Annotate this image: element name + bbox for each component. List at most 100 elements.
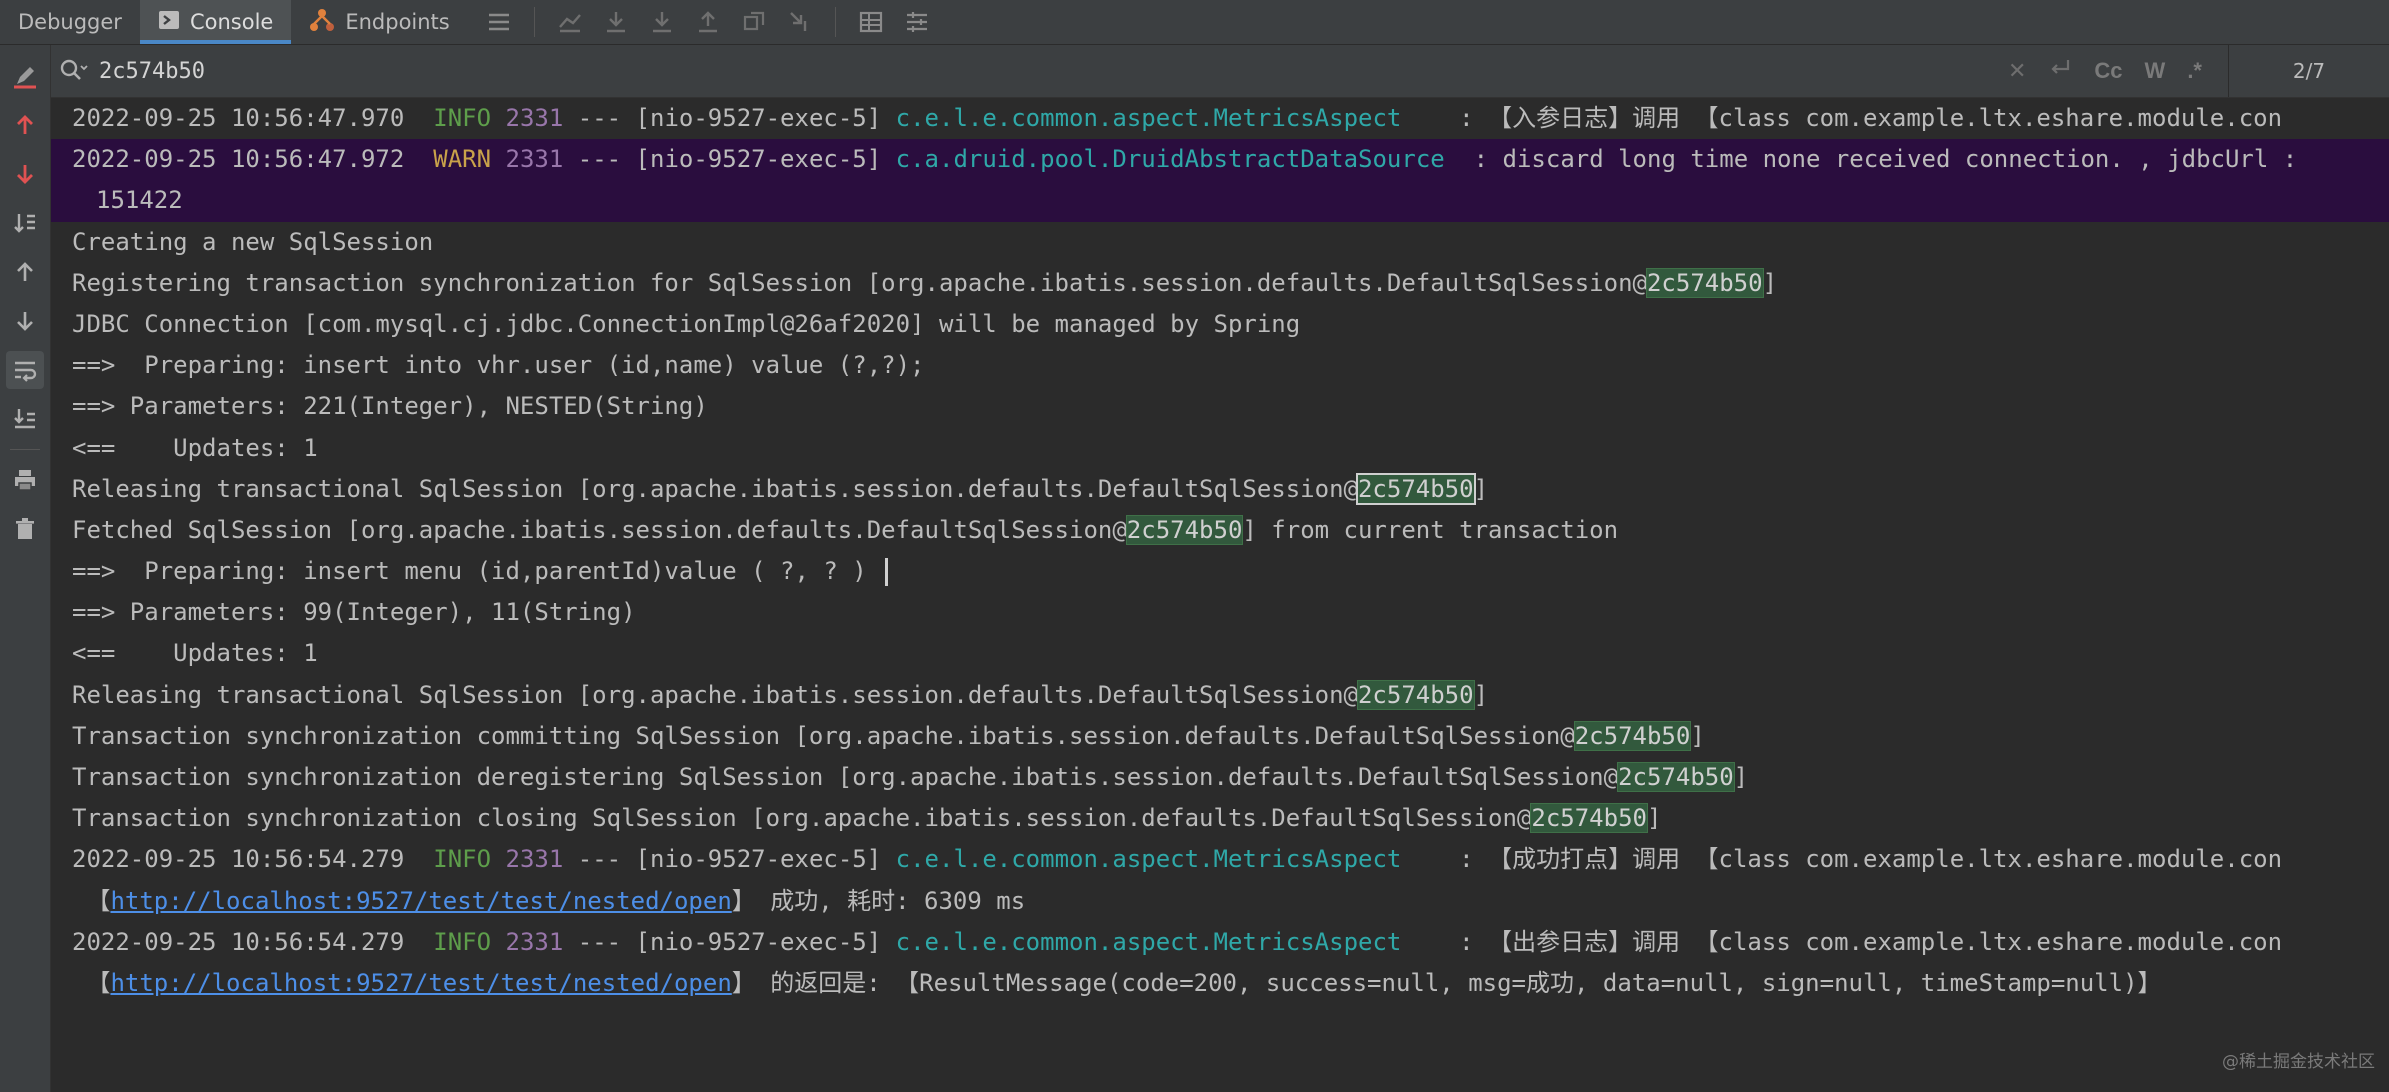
step-into-icon[interactable] [647,7,677,37]
log-line: 2022-09-25 10:56:54.279 INFO 2331 --- [n… [51,839,2389,880]
tab-console[interactable]: Console [139,0,292,44]
log-pid: 2331 [505,845,564,874]
evaluate-expression-icon[interactable] [856,7,886,37]
log-message: ] [1646,804,1662,833]
trace-settings-icon[interactable] [902,7,932,37]
log-message: ==> Parameters: 99(Integer), 11(String) [72,598,636,627]
sort-icon[interactable] [6,204,44,242]
log-line: Transaction synchronization closing SqlS… [51,798,2389,839]
log-logger[interactable]: c.e.l.e.common.aspect.MetricsAspect [896,845,1402,873]
scroll-to-end-icon[interactable] [6,400,44,438]
match-case-toggle[interactable]: Cc [2094,58,2122,84]
log-message: ] [1473,680,1489,709]
log-message: : discard long time none received connec… [1444,145,2298,174]
search-match: 2c574b50 [1573,720,1692,751]
tab-debugger[interactable]: Debugger [0,0,140,44]
run-to-cursor-icon[interactable] [785,7,815,37]
log-message: Transaction synchronization committing S… [72,721,1575,750]
soft-wrap-icon[interactable] [6,351,44,389]
menu-icon[interactable] [484,7,514,37]
log-message: ==> Preparing: insert menu (id,parentId)… [72,557,882,586]
log-level: INFO [433,104,492,132]
whole-words-toggle[interactable]: W [2145,58,2166,84]
log-line: <== Updates: 1 [51,428,2389,469]
log-timestamp: 2022-09-25 10:56:54.279 [72,927,405,956]
log-message: Releasing transactional SqlSession [org.… [72,680,1358,709]
new-line-icon[interactable] [2048,57,2072,85]
log-message: ] [1733,763,1749,791]
log-line: Fetched SqlSession [org.apache.ibatis.se… [51,510,2389,551]
console-search-bar: ✕ Cc W .* 2/7 [51,45,2389,98]
search-match-current: 2c574b50 [1355,472,1476,505]
log-message: Transaction synchronization closing SqlS… [72,804,1532,833]
log-thread: --- [nio-9527-exec-5] [577,145,882,174]
log-line: Transaction synchronization deregisterin… [51,757,2389,798]
log-timestamp: 2022-09-25 10:56:47.972 [72,145,405,174]
log-line: ==> Preparing: insert menu (id,parentId)… [51,551,2389,592]
show-execution-point-icon[interactable] [555,7,585,37]
log-level: INFO [433,845,492,874]
log-line: 2022-09-25 10:56:54.279 INFO 2331 --- [n… [51,922,2389,963]
log-line: JDBC Connection [com.mysql.cj.jdbc.Conne… [51,304,2389,345]
log-message: Releasing transactional SqlSession [org.… [72,474,1358,503]
log-line-warn-cont: 151422 [51,180,2389,222]
log-message: ] [1473,474,1489,503]
search-history-icon[interactable] [51,58,97,84]
log-pid: 2331 [505,927,564,956]
log-logger[interactable]: c.e.l.e.common.aspect.MetricsAspect [896,104,1402,132]
log-logger[interactable]: c.e.l.e.common.aspect.MetricsAspect [896,928,1402,956]
match-count: 2/7 [2228,45,2389,97]
log-message: 151422 [96,186,183,215]
log-line: Registering transaction synchronization … [51,263,2389,304]
clear-highlight-icon[interactable] [6,57,44,95]
tab-console-label: Console [189,10,274,34]
log-pid: 2331 [505,145,564,174]
toolbar-separator [533,7,535,37]
scroll-down-icon[interactable] [6,302,44,340]
log-line-warn: 2022-09-25 10:56:47.972 WARN 2331 --- [n… [51,139,2389,181]
log-message: Transaction synchronization deregisterin… [72,763,1619,791]
log-message: : 【成功打点】调用 【class com.example.ltx.eshare… [1401,845,2283,874]
log-message: Fetched SqlSession [org.apache.ibatis.se… [72,515,1127,544]
delete-icon[interactable] [6,510,44,548]
tool-window-tabbar: Debugger Console Endpoints [0,0,2389,45]
log-level: INFO [433,927,492,956]
log-message: ] from current transaction [1242,515,1619,544]
previous-error-icon[interactable] [6,106,44,144]
log-url-link[interactable]: http://localhost:9527/test/test/nested/o… [110,969,731,997]
log-url-link[interactable]: http://localhost:9527/test/test/nested/o… [110,887,731,915]
scroll-up-icon[interactable] [6,253,44,291]
log-message: 】 成功, 耗时: 6309 ms [731,886,1026,915]
search-input[interactable] [97,48,2008,94]
log-line: ==> Parameters: 221(Integer), NESTED(Str… [51,386,2389,427]
clear-search-icon[interactable]: ✕ [2008,59,2026,84]
step-out-icon[interactable] [693,7,723,37]
log-line: ==> Preparing: insert into vhr.user (id,… [51,345,2389,386]
print-icon[interactable] [6,461,44,499]
search-match: 2c574b50 [1645,267,1764,298]
search-match: 2c574b50 [1125,514,1244,545]
console-output[interactable]: 2022-09-25 10:56:47.970 INFO 2331 --- [n… [51,98,2389,1080]
log-message: 【 [86,886,111,915]
log-line: Creating a new SqlSession [51,222,2389,263]
log-line-cont: 【http://localhost:9527/test/test/nested/… [51,881,2389,922]
tab-endpoints-label: Endpoints [345,10,450,34]
watermark: @稀土掘金技术社区 [2222,1052,2375,1072]
log-line-cont: 【http://localhost:9527/test/test/nested/… [51,963,2389,1004]
search-match: 2c574b50 [1356,679,1475,710]
step-over-icon[interactable] [601,7,631,37]
toolbar-separator [834,7,836,37]
log-line: 2022-09-25 10:56:47.970 INFO 2331 --- [n… [51,98,2389,139]
log-pid: 2331 [505,104,564,132]
log-line: Transaction synchronization committing S… [51,716,2389,757]
log-message: Creating a new SqlSession [72,227,434,256]
log-message: : 【出参日志】调用 【class com.example.ltx.eshare… [1401,927,2283,956]
log-message: ] [1762,268,1778,297]
log-logger[interactable]: c.a.druid.pool.DruidAbstractDataSource [896,145,1445,173]
log-message: JDBC Connection [com.mysql.cj.jdbc.Conne… [72,309,1301,338]
tab-endpoints[interactable]: Endpoints [291,0,467,44]
regex-toggle[interactable]: .* [2187,58,2202,84]
endpoints-icon [309,8,335,37]
drop-frame-icon[interactable] [739,7,769,37]
next-error-icon[interactable] [6,155,44,193]
